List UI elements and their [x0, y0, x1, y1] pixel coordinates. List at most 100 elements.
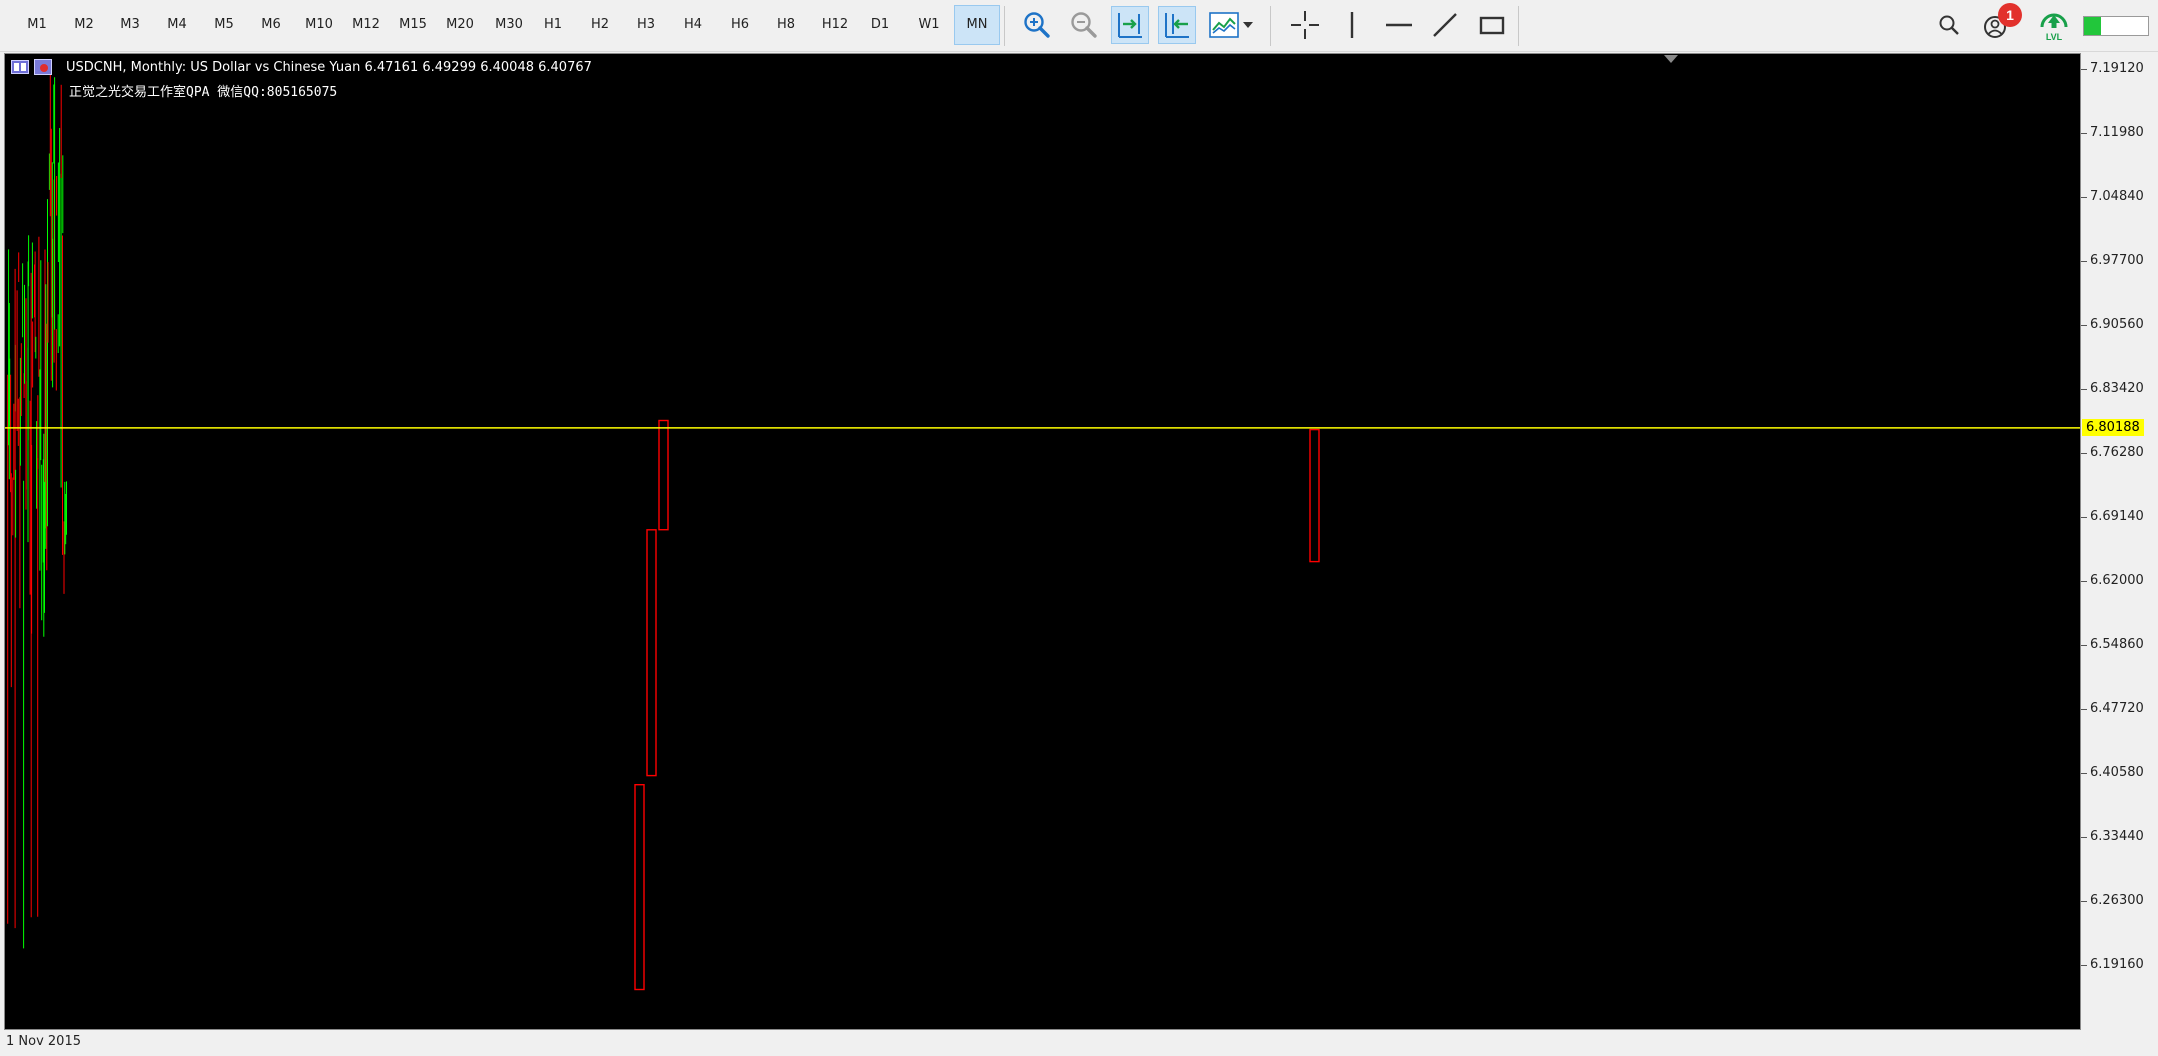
price-tick	[2081, 261, 2087, 262]
timeframe-m1[interactable]: M1	[18, 5, 56, 45]
toolbar-separator	[1518, 6, 1519, 46]
timeframe-h3[interactable]: H3	[628, 5, 664, 45]
vertical-line-icon	[1350, 12, 1354, 38]
price-tick-label: 6.97700	[2090, 253, 2144, 268]
price-tick-label: 6.47720	[2090, 701, 2144, 716]
zoom-out-icon	[1071, 12, 1097, 38]
price-tick	[2081, 197, 2087, 198]
indicators-icon	[1209, 12, 1239, 38]
timeframe-m2[interactable]: M2	[65, 5, 103, 45]
price-tick	[2081, 453, 2087, 454]
price-tick-label: 6.33440	[2090, 829, 2144, 844]
candle-box	[646, 529, 657, 777]
connection-status-bar	[2083, 16, 2149, 36]
chart-shift-button[interactable]	[1158, 6, 1196, 44]
timeframe-m6[interactable]: M6	[252, 5, 290, 45]
timeframe-h12[interactable]: H12	[815, 5, 855, 45]
signal-level-button[interactable]: LVL	[2034, 6, 2074, 44]
price-tick-label: 6.26300	[2090, 893, 2144, 908]
lvl-label: LVL	[2046, 32, 2063, 42]
timeframe-m10[interactable]: M10	[299, 5, 339, 45]
candle-box	[1309, 428, 1320, 563]
price-scale[interactable]: 7.19120 7.11980 7.04840 6.97700 6.90560 6.834…	[2081, 53, 2158, 1030]
price-tick-label: 6.69140	[2090, 509, 2144, 524]
timeframe-h6[interactable]: H6	[722, 5, 758, 45]
community-button[interactable]: 1	[1978, 3, 2022, 44]
toolbar-separator	[1004, 6, 1005, 46]
price-tick-label: 6.40580	[2090, 765, 2144, 780]
timeframe-mn[interactable]: MN	[954, 5, 1000, 45]
timeframe-w1[interactable]: W1	[909, 5, 949, 45]
rectangle-icon	[1479, 16, 1505, 35]
timeframe-h8[interactable]: H8	[768, 5, 804, 45]
expert-icon	[34, 59, 52, 75]
auto-scroll-icon	[1118, 13, 1142, 38]
search-button[interactable]	[1930, 6, 1968, 44]
notification-badge: 1	[1998, 3, 2022, 27]
horizontal-line-button[interactable]	[1380, 6, 1418, 44]
price-tick	[2081, 389, 2087, 390]
auto-scroll-button[interactable]	[1111, 6, 1149, 44]
timeframe-m20[interactable]: M20	[440, 5, 480, 45]
crosshair-button[interactable]	[1286, 6, 1324, 44]
timeframe-m3[interactable]: M3	[111, 5, 149, 45]
chart-shift-icon	[1165, 13, 1189, 38]
chart-watermark: 正觉之光交易工作室QPA 微信QQ:805165075	[69, 85, 338, 100]
price-tick-label: 6.90560	[2090, 317, 2144, 332]
connection-status-fill	[2084, 17, 2101, 35]
trend-line-icon	[1433, 13, 1457, 37]
price-tick	[2081, 901, 2087, 902]
price-tick	[2081, 709, 2087, 710]
timeframe-m4[interactable]: M4	[158, 5, 196, 45]
timeframe-m5[interactable]: M5	[205, 5, 243, 45]
time-axis: 1 Nov 2015	[0, 1030, 2158, 1056]
zoom-in-icon	[1024, 12, 1050, 38]
horizontal-line-icon	[1386, 23, 1412, 27]
current-price-label: 6.80188	[2082, 419, 2144, 436]
history-bars	[7, 69, 67, 949]
price-tick-label: 6.76280	[2090, 445, 2144, 460]
timeframe-m15[interactable]: M15	[393, 5, 433, 45]
price-tick	[2081, 773, 2087, 774]
toolbar-separator	[1270, 6, 1271, 46]
chart-window-icon	[11, 60, 29, 74]
timeframe-h1[interactable]: H1	[535, 5, 571, 45]
timeframe-m12[interactable]: M12	[346, 5, 386, 45]
price-tick-label: 6.83420	[2090, 381, 2144, 396]
chevron-down-icon[interactable]	[1242, 20, 1254, 30]
crosshair-icon	[1291, 11, 1319, 39]
price-tick	[2081, 965, 2087, 966]
time-axis-label: 1 Nov 2015	[6, 1034, 81, 1049]
candle-box	[658, 419, 669, 531]
price-tick-label: 7.04840	[2090, 189, 2144, 204]
timeframe-h2[interactable]: H2	[582, 5, 618, 45]
price-tick	[2081, 837, 2087, 838]
signal-level-icon: LVL	[2040, 13, 2068, 42]
rectangle-button[interactable]	[1473, 6, 1511, 44]
price-tick-label: 7.11980	[2090, 125, 2144, 140]
price-tick-label: 7.19120	[2090, 61, 2144, 76]
price-tick	[2081, 133, 2087, 134]
chart-shift-marker-icon[interactable]	[1663, 54, 1679, 64]
toolbar: M1 M2 M3 M4 M5 M6 M10 M12 M15 M20 M30 H1 H2 H3 H4 H6 H8 H…	[0, 0, 2158, 52]
indicators-button[interactable]	[1206, 6, 1256, 44]
price-tick	[2081, 517, 2087, 518]
search-icon	[1939, 15, 1959, 35]
price-tick-label: 6.54860	[2090, 637, 2144, 652]
candle-box	[634, 784, 645, 991]
timeframe-d1[interactable]: D1	[862, 5, 898, 45]
timeframe-m30[interactable]: M30	[488, 5, 530, 45]
vertical-line-button[interactable]	[1333, 6, 1371, 44]
chart-area[interactable]: USDCNH, Monthly: US Dollar vs Chinese Yu…	[4, 53, 2081, 1030]
price-tick-label: 6.62000	[2090, 573, 2144, 588]
price-tick-label: 6.19160	[2090, 957, 2144, 972]
timeframe-h4[interactable]: H4	[675, 5, 711, 45]
price-tick	[2081, 581, 2087, 582]
price-chart[interactable]	[5, 54, 2080, 1029]
price-tick	[2081, 645, 2087, 646]
price-tick	[2081, 325, 2087, 326]
zoom-in-button[interactable]	[1018, 6, 1056, 44]
zoom-out-button[interactable]	[1065, 6, 1103, 44]
trend-line-button[interactable]	[1426, 6, 1464, 44]
price-tick	[2081, 69, 2087, 70]
